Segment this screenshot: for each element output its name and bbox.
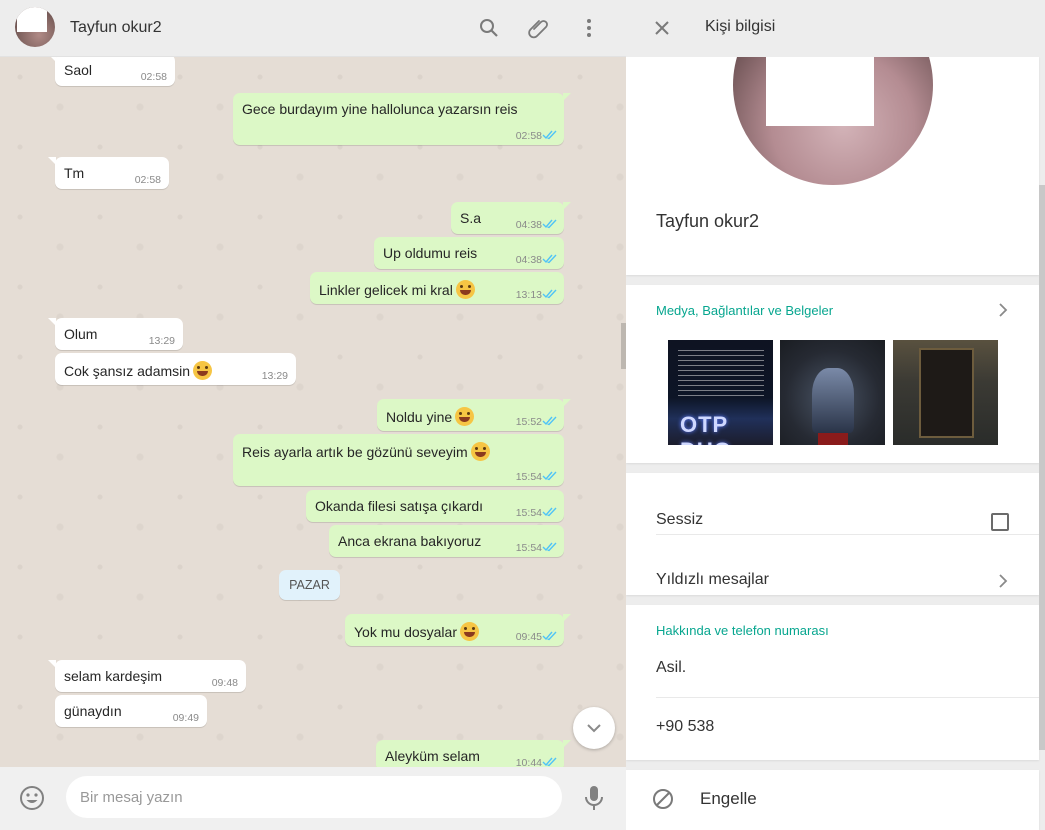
about-section-label: Hakkında ve telefon numarası [656, 623, 829, 638]
incoming-message[interactable]: Tm 02:58 [48, 157, 169, 189]
media-thumbnail[interactable] [780, 340, 885, 445]
message-time: 10:44 [515, 757, 542, 767]
message-list[interactable]: Saol 02:58 Gece burdayım yine hallolunca y… [0, 57, 626, 767]
mute-checkbox[interactable] [991, 513, 1009, 531]
outgoing-message[interactable]: Anca ekrana bakıyoruz 15:54 [329, 525, 564, 557]
contact-info-pane: Tayfun okur2 Medya, Bağlantılar ve Belge… [626, 0, 1045, 830]
settings-section: Sessiz Yıldızlı mesajlar [626, 473, 1039, 595]
emoji-icon [455, 280, 475, 299]
info-header: Kişi bilgisi [626, 0, 1045, 57]
phone-number[interactable]: +90 538 [656, 718, 714, 736]
message-text: Linkler gelicek mi kral [319, 280, 475, 299]
message-time: 13:29 [148, 335, 175, 347]
message-text: S.a [460, 210, 482, 226]
starred-messages-item[interactable]: Yıldızlı mesajlar [656, 571, 769, 589]
message-text: Aleyküm selam [385, 748, 480, 764]
contact-name[interactable]: Tayfun okur2 [70, 19, 162, 37]
message-text: Anca ekrana bakıyoruz [338, 533, 482, 549]
message-text: Cok şansız adamsin [64, 361, 213, 380]
message-text: Noldu yine [386, 407, 475, 426]
message-time: 15:52 [515, 416, 542, 428]
chat-pane: Tayfun okur2 Saol 02:58 Gece burdayım yine… [0, 0, 626, 830]
block-row[interactable]: Engelle [626, 770, 1039, 830]
profile-card: Tayfun okur2 [626, 57, 1039, 275]
message-text: Gece burdayım yine hallolunca yazarsın r… [242, 101, 518, 117]
chevron-right-icon[interactable] [998, 574, 1008, 588]
attach-icon[interactable] [526, 15, 552, 41]
emoji-icon [193, 361, 213, 380]
chevron-down-icon [587, 724, 601, 733]
about-text: Asil. [656, 659, 687, 676]
outgoing-message[interactable]: Aleyküm selam 10:44 [376, 740, 571, 767]
media-section-label[interactable]: Medya, Bağlantılar ve Belgeler [656, 303, 833, 318]
profile-name: Tayfun okur2 [656, 211, 760, 231]
emoji-icon[interactable] [18, 784, 46, 812]
message-time: 15:54 [515, 542, 542, 554]
message-text: Yok mu dosyalar [354, 622, 479, 641]
message-text: Up oldumu reis [383, 245, 478, 261]
message-text: Reis ayarla artık be gözünü seveyim [242, 442, 490, 461]
message-time: 13:29 [261, 370, 288, 382]
profile-photo[interactable] [733, 57, 933, 185]
outgoing-message[interactable]: Up oldumu reis 04:38 [374, 237, 564, 269]
menu-icon[interactable] [576, 15, 602, 41]
info-scrollbar[interactable] [1039, 185, 1045, 750]
incoming-message[interactable]: Olum 13:29 [48, 318, 183, 350]
date-chip: PAZAR [279, 570, 340, 600]
outgoing-message[interactable]: Noldu yine 15:52 [377, 399, 571, 431]
incoming-message[interactable]: Cok şansız adamsin 13:29 [55, 353, 296, 385]
message-time: 13:13 [515, 289, 542, 301]
message-input[interactable] [66, 776, 562, 818]
outgoing-message[interactable]: Reis ayarla artık be gözünü seveyim 15:54 [233, 434, 564, 486]
block-label: Engelle [700, 789, 757, 808]
info-title: Kişi bilgisi [705, 18, 776, 35]
close-icon[interactable] [650, 16, 674, 40]
incoming-message[interactable]: Saol 02:58 [48, 57, 175, 86]
message-text: Olum [64, 326, 98, 342]
outgoing-message[interactable]: Gece burdayım yine hallolunca yazarsın r… [233, 93, 571, 145]
outgoing-message[interactable]: Linkler gelicek mi kral 13:13 [310, 272, 564, 304]
mute-label: Sessiz [656, 511, 704, 528]
block-icon [653, 789, 673, 809]
message-text: Saol [64, 62, 93, 78]
message-time: 09:48 [211, 677, 238, 689]
contact-avatar[interactable] [15, 7, 55, 47]
incoming-message[interactable]: günaydın 09:49 [55, 695, 207, 727]
message-time: 15:54 [515, 471, 542, 483]
incoming-message[interactable]: selam kardeşim 09:48 [48, 660, 246, 692]
message-time: 09:45 [515, 631, 542, 643]
media-section: Medya, Bağlantılar ve Belgeler OTP DUO [626, 285, 1039, 463]
message-time: 02:58 [515, 130, 542, 142]
about-section: Hakkında ve telefon numarası Asil. +90 5… [626, 605, 1039, 760]
emoji-icon [470, 442, 490, 461]
chat-header: Tayfun okur2 [0, 0, 626, 57]
message-time: 02:58 [134, 174, 161, 186]
message-text: Tm [64, 165, 85, 181]
message-text: günaydın [64, 703, 122, 719]
microphone-icon[interactable] [582, 784, 606, 812]
message-time: 04:38 [515, 219, 542, 231]
message-time: 09:49 [172, 712, 199, 724]
message-time: 15:54 [515, 507, 542, 519]
media-thumbnail[interactable] [893, 340, 998, 445]
scroll-down-button[interactable] [573, 707, 615, 749]
search-icon[interactable] [476, 15, 502, 41]
message-text: Okanda filesi satışa çıkardı [315, 498, 484, 514]
media-thumbnail[interactable]: OTP DUO [668, 340, 773, 445]
outgoing-message[interactable]: S.a 04:38 [451, 202, 571, 234]
message-time: 04:38 [515, 254, 542, 266]
outgoing-message[interactable]: Okanda filesi satışa çıkardı 15:54 [306, 490, 564, 522]
emoji-icon [459, 622, 479, 641]
chevron-right-icon[interactable] [998, 303, 1008, 317]
message-text: selam kardeşim [64, 668, 163, 684]
outgoing-message[interactable]: Yok mu dosyalar 09:45 [345, 614, 571, 646]
message-time: 02:58 [140, 71, 167, 83]
emoji-icon [455, 407, 475, 426]
